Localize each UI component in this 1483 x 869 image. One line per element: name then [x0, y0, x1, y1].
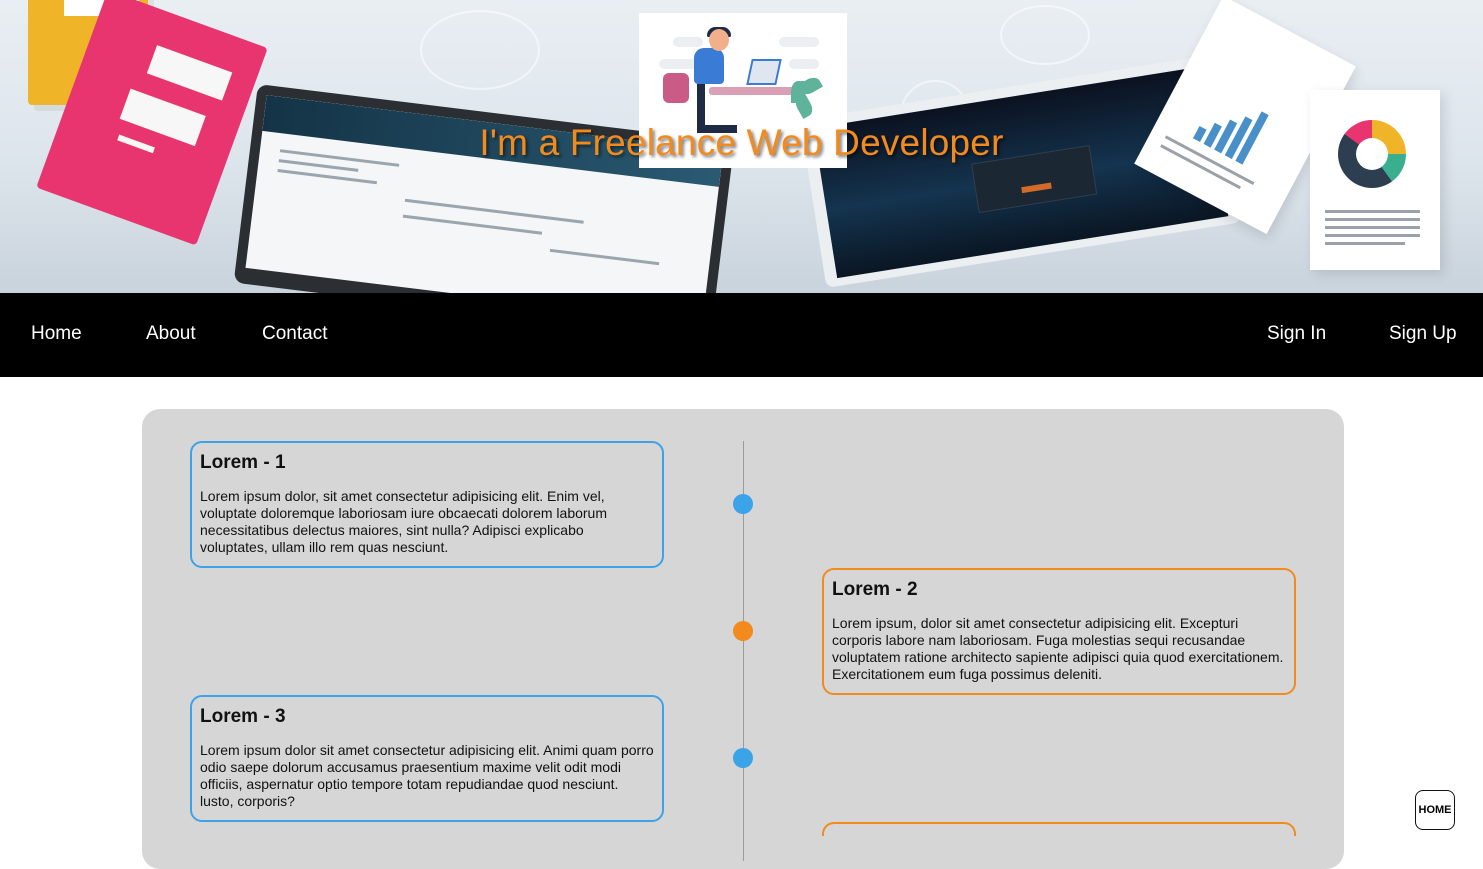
nav-link-contact[interactable]: Contact	[262, 323, 327, 345]
nav-link-sign-up[interactable]: Sign Up	[1389, 323, 1457, 345]
timeline-dot	[733, 494, 753, 514]
main-navbar: Home About Contact Sign In Sign Up	[0, 293, 1483, 377]
nav-link-home[interactable]: Home	[31, 323, 82, 345]
timeline-dot	[733, 748, 753, 768]
hero-banner: I'm a Freelance Web Developer	[0, 0, 1483, 293]
sketch-cloud-decoration	[1000, 5, 1090, 65]
timeline-card-title: Lorem - 3	[200, 706, 286, 727]
nav-link-about[interactable]: About	[146, 323, 196, 345]
timeline-card-4-partial	[822, 822, 1296, 836]
timeline-card-text: Lorem ipsum, dolor sit amet consectetur …	[832, 615, 1284, 682]
pie-chart-document-illustration	[1310, 90, 1440, 270]
timeline-card-1: Lorem - 1 Lorem ipsum dolor, sit amet co…	[190, 441, 664, 568]
timeline-card-title: Lorem - 1	[200, 452, 286, 473]
timeline-card-3: Lorem - 3 Lorem ipsum dolor sit amet con…	[190, 695, 664, 822]
timeline-card-text: Lorem ipsum dolor, sit amet consectetur …	[200, 488, 608, 555]
sketch-cloud-decoration	[420, 10, 540, 90]
timeline-card-title: Lorem - 2	[832, 579, 918, 600]
nav-link-sign-in[interactable]: Sign In	[1267, 323, 1326, 345]
timeline-dot	[733, 621, 753, 641]
home-button[interactable]: HOME	[1415, 790, 1455, 830]
timeline-card-text: Lorem ipsum dolor sit amet consectetur a…	[200, 742, 654, 809]
hero-title: I'm a Freelance Web Developer	[479, 122, 1004, 163]
timeline-card-2: Lorem - 2 Lorem ipsum, dolor sit amet co…	[822, 568, 1296, 695]
